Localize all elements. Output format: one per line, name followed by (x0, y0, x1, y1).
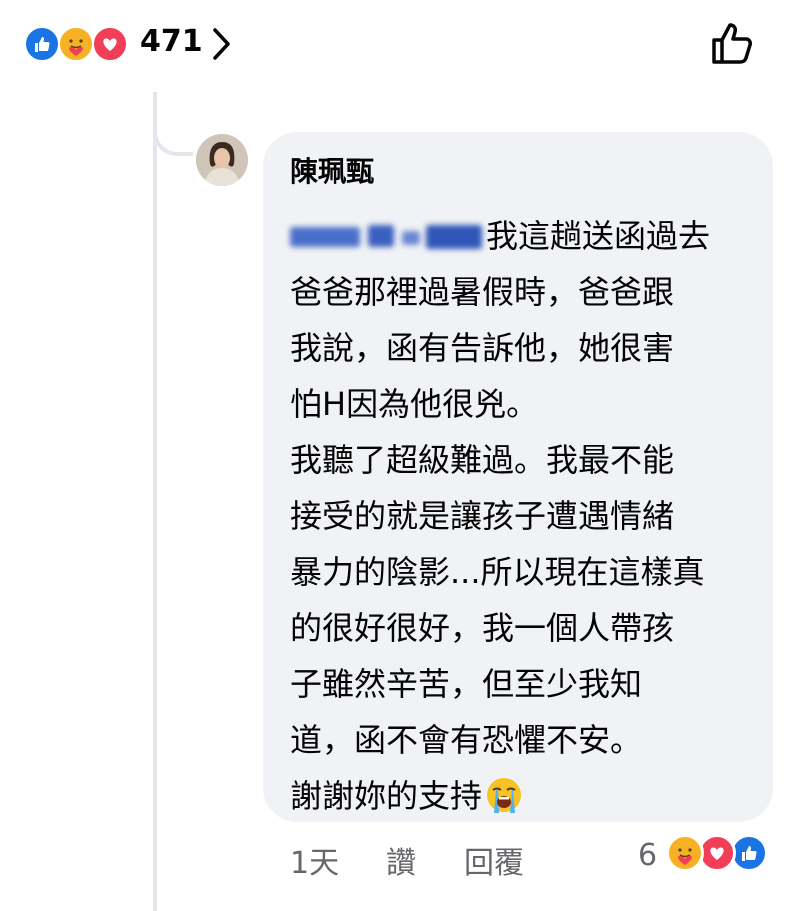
thread-connector (153, 110, 193, 156)
comment-line-text: 我這趟送函過去 (486, 217, 711, 255)
comment-reaction-icons[interactable] (666, 834, 780, 874)
comment-line: 謝謝妳的支持 (290, 768, 745, 824)
comment-line: 暴力的陰影...所以現在這樣真 (290, 553, 705, 591)
comment-author[interactable]: 陳珮甄 (290, 154, 745, 190)
comment-line-text: 謝謝妳的支持 (290, 777, 483, 815)
comment-line: 子雖然辛苦，但至少我知 (290, 665, 643, 703)
loudly-crying-face-icon (484, 775, 524, 815)
reactions-summary-bar: 471 (0, 0, 800, 90)
like-button[interactable] (708, 20, 758, 68)
previous-comment-clipped-text (300, 80, 540, 102)
comment-line: 我說，函有告訴他，她很害 (290, 329, 675, 367)
comment-body: 我這趟送函過去 爸爸那裡過暑假時，爸爸跟 我說，函有告訴他，她很害 怕H因為他很… (290, 208, 745, 824)
care-reaction-icon (666, 834, 704, 872)
comment-line: 我聽了超級難過。我最不能 (290, 441, 675, 479)
comment-line: 的很好很好，我一個人帶孩 (290, 609, 675, 647)
comment-timestamp[interactable]: 1天 (290, 838, 339, 882)
comment-like-button[interactable]: 讚 (386, 838, 416, 882)
comment-line: 道，函不會有恐懼不安。 (290, 721, 643, 759)
comment-reply-button[interactable]: 回覆 (464, 838, 524, 882)
chevron-right-icon[interactable] (206, 26, 236, 62)
redacted-mention (290, 221, 482, 251)
comment-line: 爸爸那裡過暑假時，爸爸跟 (290, 273, 675, 311)
love-reaction-icon (92, 26, 128, 62)
comment-line: 我這趟送函過去 (290, 208, 745, 264)
comment-bubble: 陳珮甄 我這趟送函過去 爸爸那裡過暑假時，爸爸跟 我說，函有告訴他，她很害 怕H… (263, 132, 773, 822)
comment-line: 怕H因為他很兇。 (290, 385, 539, 423)
reaction-count[interactable]: 471 (140, 24, 203, 59)
thread-line (153, 92, 157, 911)
comment-reaction-count[interactable]: 6 (638, 838, 657, 873)
like-reaction-icon (24, 26, 60, 62)
avatar[interactable] (196, 134, 248, 186)
reaction-icons-stack[interactable] (24, 26, 134, 62)
comment-line: 接受的就是讓孩子遭遇情緒 (290, 497, 675, 535)
care-reaction-icon (58, 26, 94, 62)
